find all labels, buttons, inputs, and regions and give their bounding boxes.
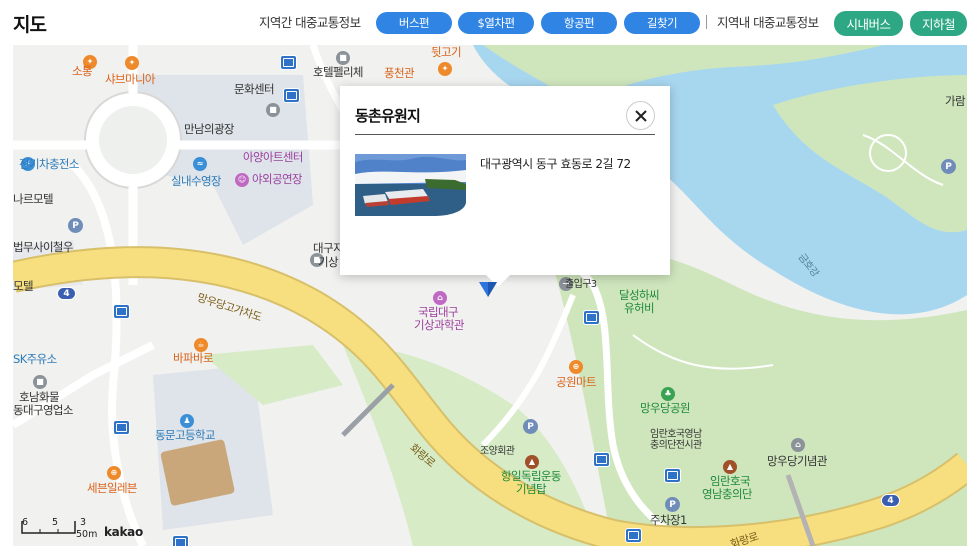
building-icon[interactable]: ■ [266, 103, 280, 117]
route-shield: 4 [57, 287, 76, 300]
bus-button[interactable]: 버스편 [376, 12, 452, 34]
school-icon[interactable]: ♟ [180, 414, 194, 428]
flight-button[interactable]: 항공편 [541, 12, 617, 34]
map-label: 아양아트센터 [243, 150, 303, 164]
map-label: 나르모텔 [13, 192, 54, 206]
popup-divider [355, 134, 655, 135]
bus-stop-icon[interactable] [583, 310, 600, 325]
route-shield: 4 [881, 494, 900, 507]
map-label: 주차장1 [650, 513, 687, 527]
place-photo [355, 154, 466, 216]
map-label: 영남충의단 [702, 487, 753, 501]
map-label: 호텔펠리체 [313, 65, 364, 79]
intercity-transport-group: 지역간 대중교통정보 [259, 12, 361, 31]
map-label: 동문고등학교 [155, 428, 215, 442]
local-transport-group: 지역내 대중교통정보 [717, 12, 819, 31]
kakao-logo[interactable]: kakao [104, 525, 143, 539]
theater-icon[interactable]: ☺ [235, 173, 249, 187]
map-label: 망우당기념관 [767, 454, 827, 468]
bus-stop-icon[interactable] [172, 535, 189, 546]
map-label: 뒷고기 [431, 45, 462, 59]
hotel-icon[interactable]: ■ [336, 51, 350, 65]
map-label: 풍천관 [384, 66, 415, 80]
intercity-label: 지역간 대중교통정보 [259, 15, 361, 30]
popup-title: 동촌유원지 [355, 107, 421, 125]
parking-icon[interactable]: P [941, 159, 956, 174]
bus-stop-icon[interactable] [283, 88, 300, 103]
bus-stop-icon[interactable] [593, 452, 610, 467]
scale-tick: 3 [80, 517, 87, 528]
map-label: SK주유소 [13, 352, 57, 366]
map-label: 동대구영업소 [13, 403, 73, 417]
restaurant-icon[interactable]: ✦ [438, 62, 452, 76]
gas-station-icon[interactable]: ■ [33, 375, 47, 389]
restaurant-icon[interactable]: ✦ [125, 56, 139, 70]
parking-icon[interactable]: P [68, 218, 83, 233]
map-label: 문화센터 [234, 82, 275, 96]
map-label: 세븐일레븐 [87, 481, 138, 495]
map-label: 야외공연장 [252, 172, 303, 186]
header-divider [706, 15, 707, 29]
museum-icon[interactable]: ⌂ [433, 291, 447, 305]
convenience-store-icon[interactable]: ⊕ [107, 466, 121, 480]
bus-stop-icon[interactable] [664, 468, 681, 483]
directions-button[interactable]: 길찾기 [624, 12, 700, 34]
place-info-popup: 동촌유원지 대구광역시 동구 효동로 2길 72 [340, 86, 670, 287]
popup-address: 대구광역시 동구 효동로 2길 72 [480, 157, 631, 171]
bus-stop-icon[interactable] [280, 55, 297, 70]
page-title: 지도 [13, 14, 47, 36]
local-label: 지역내 대중교통정보 [717, 15, 819, 30]
map-label: 조양회관 [480, 446, 515, 457]
map-label: 유허비 [624, 301, 655, 315]
map-label: 공원마트 [556, 375, 597, 389]
parking-icon[interactable]: P [523, 419, 538, 434]
map-label: 망우당공원 [640, 401, 691, 415]
map-label: 모텔 [13, 279, 34, 293]
pool-icon[interactable]: ≈ [193, 157, 207, 171]
map-label: 법무사이철우 [13, 240, 73, 254]
map-label: 샤브마니아 [105, 72, 156, 86]
place-thumbnail[interactable] [355, 154, 466, 216]
map-label: 기상과학관 [414, 318, 465, 332]
location-pin-icon[interactable] [477, 272, 499, 298]
monument-icon[interactable]: ▲ [525, 455, 539, 469]
map-label: 바파바로 [173, 351, 214, 365]
scale-tick: 6 [22, 517, 29, 528]
map-label: 만남의광장 [184, 122, 235, 136]
mart-icon[interactable]: ⊕ [569, 360, 583, 374]
map-label: 기상 [318, 255, 339, 269]
map-label: 기념탑 [516, 482, 547, 496]
scale-bar [21, 521, 76, 534]
close-icon [634, 109, 647, 122]
museum-icon[interactable]: ⌂ [791, 438, 805, 452]
subway-button[interactable]: 지하철 [910, 11, 967, 36]
map-label: 전기차충전소 [19, 157, 79, 171]
city-bus-button[interactable]: 시내버스 [834, 11, 903, 36]
parking-icon[interactable]: P [665, 497, 680, 512]
train-button[interactable]: $열차편 [458, 12, 534, 34]
map-label: 가람 [945, 94, 966, 108]
bus-stop-icon[interactable] [113, 304, 130, 319]
map-label: 대구지 [313, 241, 344, 255]
cafe-icon[interactable]: ☕ [194, 338, 208, 352]
monument-icon[interactable]: ▲ [723, 460, 737, 474]
park-icon[interactable]: ♣ [661, 387, 675, 401]
bus-stop-icon[interactable] [625, 528, 642, 543]
scale-label: 50m [76, 529, 98, 540]
map-label: 소통 [72, 64, 93, 78]
bus-stop-icon[interactable] [113, 420, 130, 435]
scale-tick: 5 [52, 517, 59, 528]
map-label: 충의단전시관 [650, 440, 702, 451]
popup-close-button[interactable] [626, 101, 655, 130]
map-label: 출입구3 [565, 279, 597, 290]
map-label: 실내수영장 [171, 174, 222, 188]
